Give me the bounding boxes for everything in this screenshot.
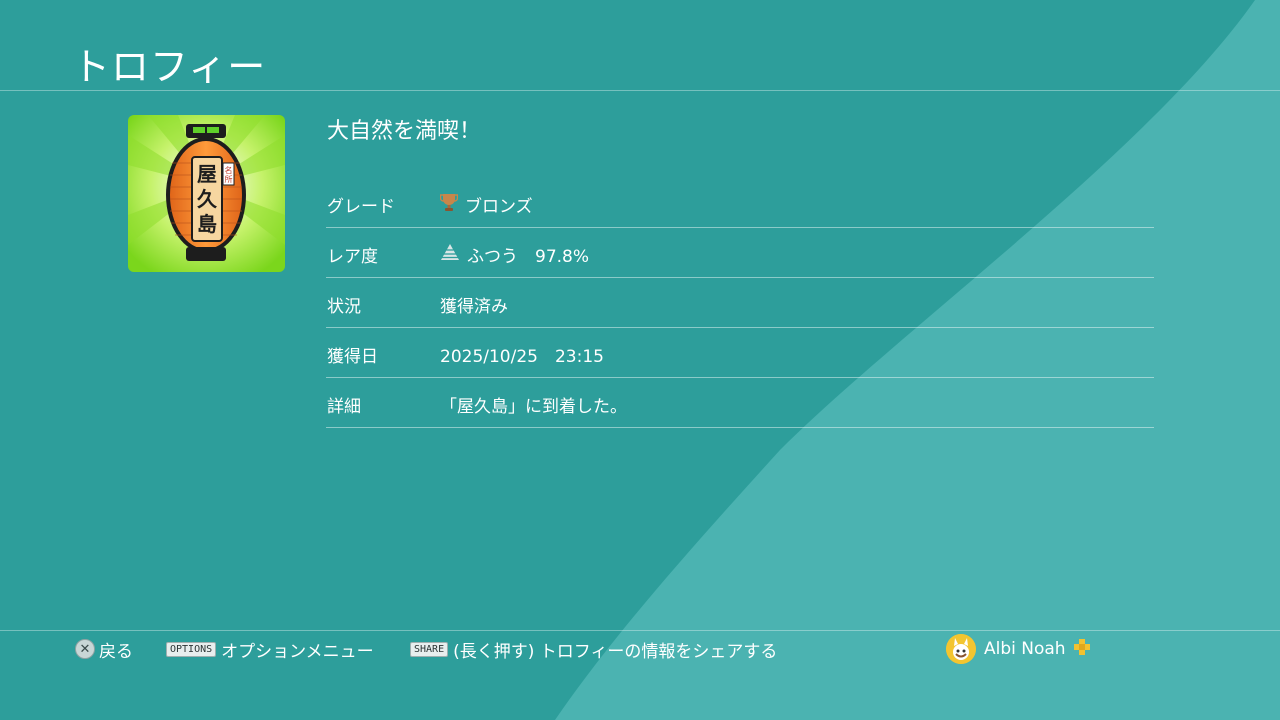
svg-text:名: 名	[225, 165, 233, 175]
bronze-trophy-icon	[439, 192, 459, 217]
footer-bar: ✕ 戻る OPTIONS オプションメニュー SHARE (長く押す) トロフィ…	[0, 634, 1280, 664]
page-title: トロフィー	[72, 45, 267, 89]
detail-row-description: 詳細 「屋久島」に到着した。	[326, 378, 1154, 428]
rarity-value: ふつう 97.8%	[467, 247, 590, 267]
user-name: Albi Noah	[984, 639, 1066, 659]
back-button[interactable]: ✕ 戻る	[75, 636, 133, 662]
trophy-image: 屋 久 島 名 所	[128, 115, 285, 272]
earned-date-label: 獲得日	[327, 347, 378, 367]
svg-text:島: 島	[197, 212, 217, 236]
status-label: 状況	[327, 297, 361, 317]
svg-text:屋: 屋	[197, 162, 217, 186]
footer-divider	[0, 630, 1280, 631]
share-label: (長く押す) トロフィーの情報をシェアする	[453, 641, 778, 662]
description-label: 詳細	[327, 397, 361, 417]
header-divider	[0, 90, 1280, 91]
back-label: 戻る	[99, 641, 133, 662]
grade-label: グレード	[327, 197, 395, 217]
grade-value-container: ブロンズ	[439, 192, 533, 217]
share-key-icon: SHARE	[410, 641, 449, 657]
user-profile[interactable]: Albi Noah	[946, 634, 1091, 664]
avatar	[946, 634, 976, 664]
svg-text:所: 所	[225, 174, 233, 184]
description-value: 「屋久島」に到着した。	[440, 397, 627, 417]
share-button[interactable]: SHARE (長く押す) トロフィーの情報をシェアする	[410, 636, 777, 662]
detail-row-status: 状況 獲得済み	[326, 278, 1154, 328]
trophy-name: 大自然を満喫！	[327, 119, 482, 144]
svg-text:久: 久	[197, 187, 218, 211]
detail-row-rarity: レア度 ふつう 97.8%	[326, 228, 1154, 278]
lantern-icon: 屋 久 島 名 所	[128, 115, 285, 272]
options-menu-button[interactable]: OPTIONS オプションメニュー	[166, 636, 374, 662]
ps-plus-icon	[1073, 638, 1091, 661]
earned-date-value: 2025/10/25 23:15	[440, 347, 604, 367]
trophy-details-table: グレード ブロンズ レア度 ふつう 97.8% 状況 獲得済み 獲得日 2025…	[326, 178, 1154, 428]
detail-row-earned-date: 獲得日 2025/10/25 23:15	[326, 328, 1154, 378]
detail-row-grade: グレード ブロンズ	[326, 178, 1154, 228]
status-value: 獲得済み	[440, 297, 508, 317]
rarity-pyramid-icon	[440, 243, 460, 266]
rarity-value-container: ふつう 97.8%	[440, 242, 589, 267]
options-label: オプションメニュー	[221, 641, 374, 662]
rarity-label: レア度	[327, 247, 378, 267]
cross-button-icon: ✕	[75, 639, 95, 659]
options-key-icon: OPTIONS	[166, 641, 217, 657]
grade-value: ブロンズ	[465, 197, 533, 217]
